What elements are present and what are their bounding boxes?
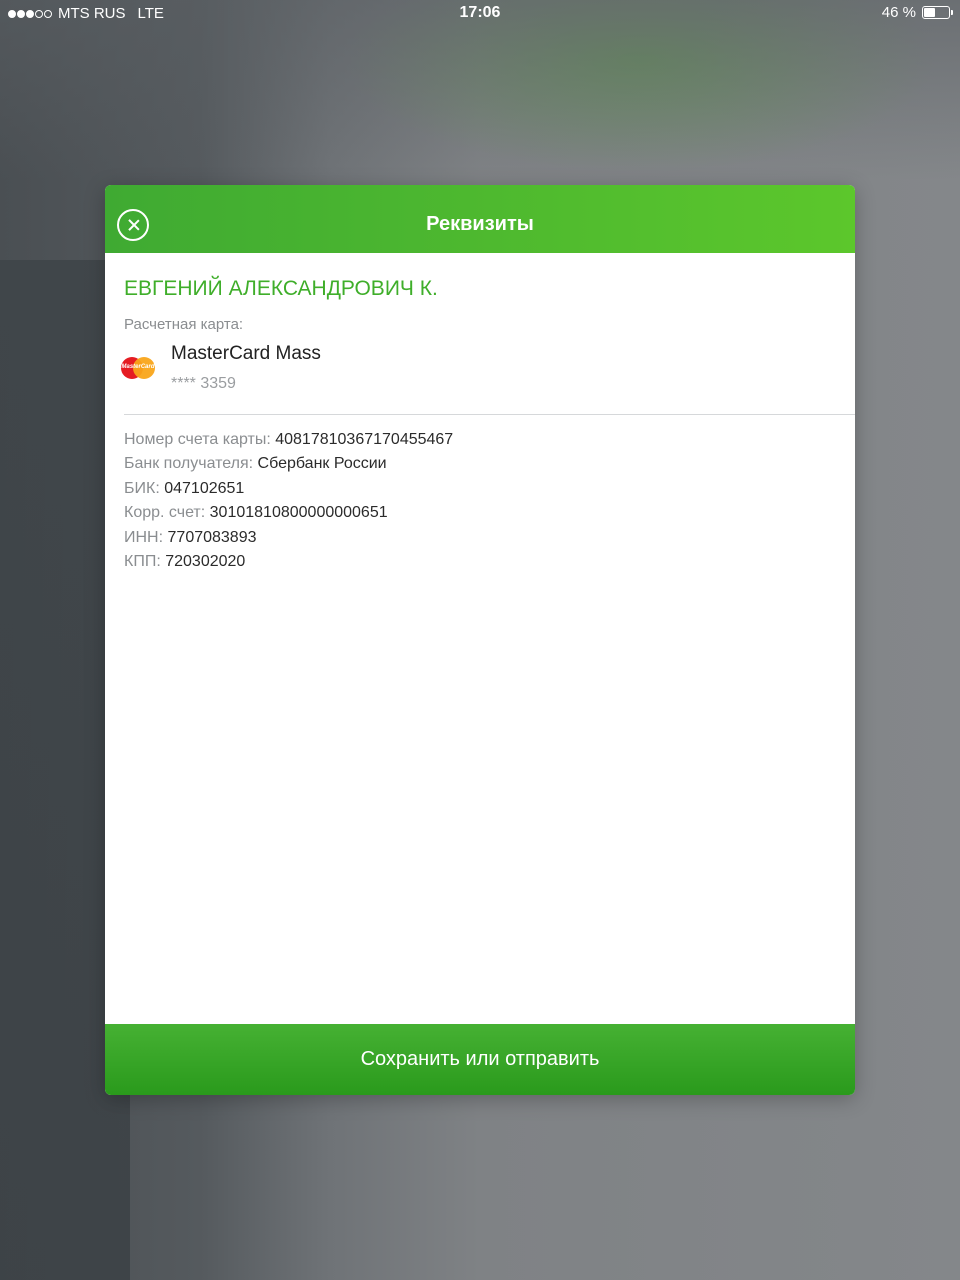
- divider: [124, 414, 855, 415]
- background-overlay-top: [0, 0, 960, 180]
- detail-value: 40817810367170455467: [275, 431, 454, 448]
- detail-label: БИК:: [124, 479, 160, 497]
- card-number: **** 3359: [171, 375, 236, 392]
- detail-row-kpp: КПП: 720302020: [124, 552, 453, 576]
- detail-value: 30101810800000000651: [209, 504, 388, 522]
- requisites-modal: Реквизиты ЕВГЕНИЙ АЛЕКСАНДРОВИЧ К. Расче…: [105, 185, 855, 1095]
- status-bar-right: 46 %: [881, 4, 953, 21]
- battery-percentage: 46 %: [881, 4, 916, 21]
- save-or-send-button[interactable]: Сохранить или отправить: [105, 1024, 855, 1095]
- detail-row-inn: ИНН: 7707083893: [124, 528, 453, 552]
- battery-fill: [924, 8, 935, 17]
- card-section-label: Расчетная карта:: [124, 316, 244, 333]
- modal-header: Реквизиты: [105, 185, 855, 253]
- detail-value: 720302020: [165, 552, 246, 570]
- detail-label: Банк получателя:: [124, 455, 254, 473]
- status-time: 17:06: [459, 4, 501, 21]
- detail-value: 7707083893: [167, 528, 257, 546]
- detail-row-bik: БИК: 047102651: [124, 479, 453, 503]
- status-bar: MTS RUS LTE 17:06 46 %: [0, 0, 960, 26]
- mastercard-logo-icon: MasterCard: [121, 357, 155, 379]
- detail-value: 047102651: [164, 479, 245, 497]
- detail-row-account-number: Номер счета карты: 40817810367170455467: [124, 430, 453, 454]
- detail-row-bank: Банк получателя: Сбербанк России: [124, 454, 453, 478]
- battery-tip: [951, 10, 953, 15]
- detail-label: Корр. счет:: [124, 504, 206, 522]
- payee-name: ЕВГЕНИЙ АЛЕКСАНДРОВИЧ К.: [124, 277, 438, 300]
- detail-label: ИНН:: [124, 528, 164, 546]
- card-name: MasterCard Mass: [171, 343, 321, 364]
- details-list: Номер счета карты: 40817810367170455467 …: [124, 430, 453, 576]
- battery-icon: [922, 6, 953, 19]
- mastercard-logo-text: MasterCard: [121, 364, 155, 370]
- detail-value: Сбербанк России: [257, 455, 387, 473]
- detail-row-corr-account: Корр. счет: 30101810800000000651: [124, 503, 453, 527]
- detail-label: КПП:: [124, 552, 161, 570]
- modal-title: Реквизиты: [426, 213, 534, 235]
- detail-label: Номер счета карты:: [124, 431, 271, 448]
